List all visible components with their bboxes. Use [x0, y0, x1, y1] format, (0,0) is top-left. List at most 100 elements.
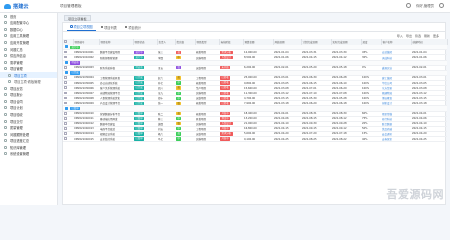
status-tag: 需求分析 — [220, 132, 233, 136]
status-tag: 进行中 — [134, 55, 145, 60]
cloud-logo-icon — [4, 3, 11, 9]
status-tag: 已验收 — [220, 101, 231, 106]
avatar[interactable] — [439, 3, 444, 8]
table-toolbar: 导入 导出 筛选 刷新 更多 — [63, 32, 445, 39]
row-checkbox[interactable] — [64, 132, 67, 135]
menu-item-icon — [4, 14, 7, 18]
toolbar-action[interactable]: 筛选 — [415, 34, 421, 38]
view-tab[interactable]: 项目立项视图 — [67, 23, 96, 31]
status-tag: 方案设计 — [220, 55, 233, 60]
group-toggle-icon[interactable] — [65, 45, 68, 49]
status-tag: 已暂停 — [134, 132, 145, 136]
status-tag: 已暂停 — [134, 117, 145, 121]
select-all-checkbox[interactable] — [64, 40, 67, 43]
row-checkbox[interactable] — [64, 101, 67, 105]
sidebar-item-label: 项目计划 — [10, 106, 23, 111]
table-cell: 开发中 — [219, 136, 243, 141]
menu-item-icon — [4, 60, 7, 64]
menu-item-icon — [4, 40, 7, 44]
status-tag: 方案设计 — [220, 122, 233, 126]
content-panel: 项目立项视图 项目列表 项目统计 导入 导出 筛选 刷新 更多 项目编号 项目名称 项目状态 负责… — [62, 22, 448, 205]
toolbar-action[interactable]: 导入 — [397, 34, 403, 38]
status-tag: 已验收 — [220, 76, 231, 80]
status-tag: 待启动 — [134, 66, 145, 70]
table-cell: 已暂停 — [133, 136, 157, 141]
toolbar-action[interactable]: 刷新 — [424, 34, 430, 38]
top-nav-tab[interactable]: 项目管理看板 — [60, 4, 82, 9]
toolbar-action[interactable]: 更多 — [433, 34, 439, 38]
sidebar-item-label: 质量管理 — [10, 126, 23, 131]
user-name[interactable]: 你好,管理员 — [416, 3, 434, 8]
sidebar-item-label: 应用配置中心 — [10, 21, 30, 26]
table-cell: 实施项目 — [196, 138, 207, 142]
row-checkbox[interactable] — [64, 117, 67, 120]
sidebar-item-label: 供应商信息 — [10, 54, 26, 59]
row-checkbox[interactable] — [64, 86, 67, 90]
status-tag: 中 — [176, 117, 182, 121]
view-tab[interactable]: 项目列表 — [98, 24, 120, 31]
toolbar-actions: 导入 导出 筛选 刷新 更多 — [397, 34, 439, 38]
sidebar-item[interactable]: 系统设置管理 — [0, 150, 57, 157]
status-tag: 高 — [176, 132, 182, 136]
status-tag: 中 — [176, 81, 182, 85]
status-tag: 已完成 — [134, 86, 145, 90]
menu-item-icon — [4, 132, 7, 136]
status-tag: 低 — [176, 122, 182, 126]
sidebar-item-label: 项目进度汇总 — [10, 139, 30, 144]
status-tag: 中 — [176, 91, 182, 95]
row-checkbox[interactable] — [64, 127, 67, 130]
table-cell: 中 — [175, 136, 195, 141]
menu-item-icon — [4, 152, 7, 156]
status-tag: 已暂停 — [134, 122, 145, 126]
sidebar-item-label: 应用工具管理 — [10, 34, 30, 39]
row-checkbox[interactable] — [64, 91, 67, 95]
menu-item-icon — [4, 34, 7, 38]
menu-item-icon — [4, 119, 7, 123]
group-toggle-icon[interactable] — [65, 70, 68, 74]
row-checkbox[interactable] — [64, 76, 67, 79]
group-toggle-icon[interactable] — [65, 60, 68, 64]
view-tab[interactable]: 项目统计 — [122, 24, 144, 31]
menu-item-icon — [4, 67, 7, 71]
group-toggle-icon[interactable] — [65, 106, 68, 110]
table-cell: 9,100.00 — [244, 137, 256, 141]
toolbar-action[interactable]: 导出 — [406, 34, 412, 38]
table-cell: 2021-08-22 — [332, 137, 347, 141]
view-tab-label: 项目列表 — [104, 25, 117, 30]
app-name: 搭建云 — [13, 3, 29, 10]
row-checkbox[interactable] — [64, 55, 67, 59]
menu-item-icon — [4, 106, 7, 110]
app-logo[interactable]: 搭建云 — [0, 3, 58, 10]
status-tag: 已完成 — [134, 101, 145, 106]
sidebar-item-label: 问题跟踪处理 — [10, 132, 30, 137]
table-cell: 马七 — [158, 138, 164, 142]
row-checkbox[interactable] — [64, 122, 67, 125]
sidebar-item-label: 问题汇总 — [10, 47, 23, 52]
sidebar-item-label: 项目立项·看板管理 — [14, 80, 41, 85]
menu-item-icon — [4, 54, 7, 58]
row-checkbox[interactable] — [64, 111, 67, 115]
table-row[interactable]: XM2021040015 安全监控系统 已暂停 马七 中 实施项目 开发中 9,100.00 2… — [63, 136, 447, 142]
menu-item-icon — [4, 86, 7, 90]
menu-item-icon — [8, 73, 11, 77]
row-checkbox[interactable] — [64, 81, 67, 84]
menu-item-icon — [4, 47, 7, 51]
row-checkbox[interactable] — [64, 66, 67, 69]
status-tag: 已验收 — [220, 86, 231, 90]
page-tab[interactable]: 项目立项看板 — [64, 14, 91, 21]
sidebar-item-label: 应用开发管理 — [10, 40, 30, 45]
sidebar-item-label: 知识库管理 — [10, 145, 26, 150]
status-tag: 测试中 — [220, 117, 231, 121]
status-tag: 已暂停 — [134, 127, 145, 131]
sidebar-item-label: 项目报价 — [10, 93, 23, 98]
table-cell — [63, 136, 73, 141]
status-tag: 低 — [176, 66, 182, 70]
status-tag: 开发中 — [220, 111, 231, 116]
bell-icon[interactable] — [405, 3, 411, 8]
main-area: 项目立项看板 项目立项视图 项目列表 项目统计 导入 导出 筛选 刷新 更多 项目编号 项目名… — [58, 13, 450, 205]
row-checkbox[interactable] — [64, 137, 67, 140]
row-checkbox[interactable] — [64, 96, 67, 100]
status-tag: 已验收 — [220, 96, 231, 100]
group-tag: 已完成 — [70, 71, 81, 75]
row-checkbox[interactable] — [64, 50, 67, 54]
